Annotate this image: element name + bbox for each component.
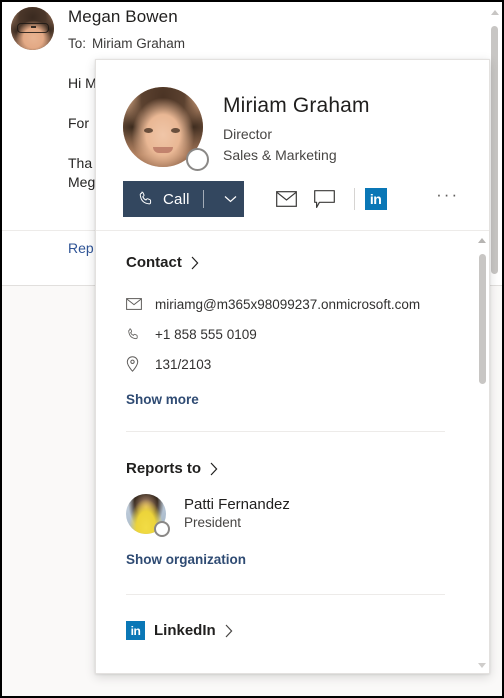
avatar-detail <box>171 128 180 133</box>
linkedin-mark: in <box>370 192 381 206</box>
sender-avatar[interactable] <box>11 7 54 50</box>
call-options-chevron[interactable] <box>218 181 244 217</box>
recipient-name[interactable]: Miriam Graham <box>92 36 185 51</box>
manager-title: President <box>184 514 290 532</box>
app-window: Megan Bowen To:Miriam Graham Hi M For Th… <box>0 0 504 698</box>
reports-to-section: Reports to <box>96 432 475 594</box>
scrollbar-thumb[interactable] <box>491 26 498 274</box>
reports-to-section-header[interactable]: Reports to <box>126 460 218 477</box>
contact-section: Contact miriamg@m365x9 <box>96 232 475 431</box>
list-item[interactable]: Patti Fernandez President <box>126 494 445 534</box>
call-button-divider <box>203 190 204 208</box>
linkedin-icon: in <box>126 621 145 640</box>
chevron-right-icon <box>191 256 199 270</box>
contact-section-header[interactable]: Contact <box>126 254 199 271</box>
recipient-line: To: Miriam Graham <box>68 36 185 51</box>
chevron-right-icon <box>225 624 233 638</box>
contact-section-title: Contact <box>126 254 182 271</box>
profile-department: Sales & Marketing <box>223 147 337 163</box>
avatar-detail <box>153 147 173 153</box>
action-row: Call <box>123 181 463 217</box>
scrollbar-thumb[interactable] <box>479 254 486 384</box>
send-email-button[interactable] <box>270 182 304 216</box>
contact-office-row[interactable]: 131/2103 <box>126 349 445 379</box>
avatar-detail <box>144 128 153 133</box>
contact-phone-row[interactable]: +1 858 555 0109 <box>126 319 445 349</box>
caret-up-icon[interactable] <box>491 10 499 15</box>
profile-card: Miriam Graham Director Sales & Marketing… <box>95 59 490 674</box>
caret-up-icon[interactable] <box>478 238 486 243</box>
manager-avatar-wrap <box>126 494 172 534</box>
chat-bubble-icon <box>314 190 335 209</box>
action-row-divider <box>354 188 355 210</box>
sender-name: Megan Bowen <box>68 7 178 27</box>
profile-card-header: Miriam Graham Director Sales & Marketing… <box>96 60 489 231</box>
page-title: Miriam Graham <box>223 94 370 118</box>
call-button-label: Call <box>163 191 190 208</box>
send-chat-button[interactable] <box>308 182 342 216</box>
linkedin-section-label: LinkedIn <box>154 622 216 639</box>
contact-phone-value: +1 858 555 0109 <box>155 327 257 342</box>
mail-header: Megan Bowen To: Miriam Graham <box>2 2 502 58</box>
show-organization-link[interactable]: Show organization <box>126 552 246 567</box>
manager-name: Patti Fernandez <box>184 496 290 515</box>
more-horizontal-icon[interactable]: ··· <box>433 184 463 214</box>
envelope-icon <box>276 191 297 207</box>
linkedin-icon[interactable]: in <box>365 188 387 210</box>
contact-email-row[interactable]: miriamg@m365x98099237.onmicrosoft.com <box>126 289 445 319</box>
contact-office-value: 131/2103 <box>155 357 211 372</box>
call-button[interactable]: Call <box>123 181 218 217</box>
glasses-icon <box>17 23 49 33</box>
to-label: To: <box>68 36 86 51</box>
profile-card-scrollbar[interactable] <box>474 232 490 674</box>
phone-icon <box>137 190 155 208</box>
location-pin-icon <box>126 356 148 372</box>
reports-to-section-title: Reports to <box>126 460 201 477</box>
envelope-icon <box>126 298 148 310</box>
presence-offline-icon <box>154 521 170 537</box>
profile-card-body: Contact miriamg@m365x9 <box>96 232 490 674</box>
presence-offline-icon <box>186 148 209 171</box>
linkedin-section[interactable]: in LinkedIn <box>96 621 263 640</box>
phone-icon <box>126 327 148 342</box>
profile-job-title: Director <box>223 126 272 142</box>
profile-card-sections: Contact miriamg@m365x9 <box>96 232 475 640</box>
chevron-down-icon <box>224 195 237 203</box>
reply-link[interactable]: Rep <box>68 240 94 256</box>
manager-meta: Patti Fernandez President <box>184 496 290 533</box>
linkedin-mark: in <box>131 625 141 637</box>
contact-email-value: miriamg@m365x98099237.onmicrosoft.com <box>155 297 420 312</box>
caret-down-icon[interactable] <box>478 663 486 668</box>
show-more-link[interactable]: Show more <box>126 392 199 407</box>
chevron-right-icon <box>210 462 218 476</box>
